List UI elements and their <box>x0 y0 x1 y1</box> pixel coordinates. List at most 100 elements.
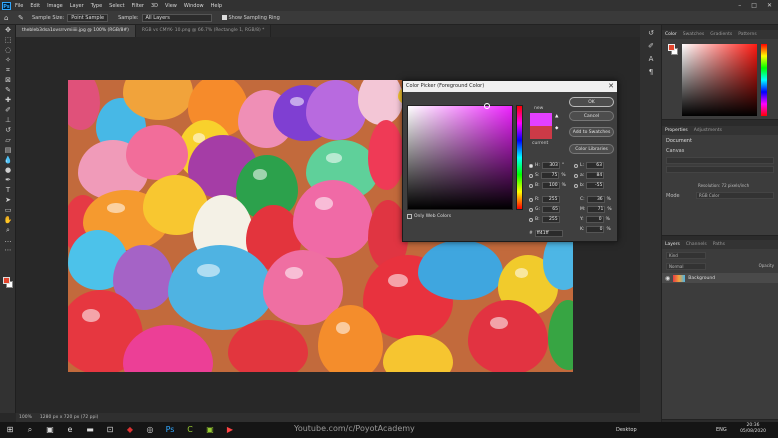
marquee-tool-icon[interactable]: ⬚ <box>2 36 14 45</box>
minimize-icon[interactable]: – <box>738 2 741 9</box>
red-radio[interactable] <box>529 197 533 202</box>
brush-tool-icon[interactable]: ✐ <box>2 106 14 115</box>
tab-layers[interactable]: Layers <box>665 242 680 247</box>
hue-radio[interactable] <box>529 163 533 168</box>
youtube-icon[interactable]: ▶ <box>225 425 235 435</box>
lab-a-radio[interactable] <box>574 173 578 178</box>
sample-select[interactable]: All Layers <box>141 13 212 22</box>
green-field[interactable]: G: 65 <box>529 206 561 213</box>
cyan-input[interactable]: 36 <box>586 196 605 203</box>
tab-patterns[interactable]: Patterns <box>738 32 757 37</box>
maximize-icon[interactable]: □ <box>751 2 757 9</box>
canvas-width-field[interactable] <box>666 157 774 164</box>
menu-image[interactable]: Image <box>47 3 63 9</box>
tab-properties[interactable]: Properties <box>665 128 688 133</box>
eyedropper-tool-icon[interactable]: ✎ <box>2 86 14 95</box>
lab-a-input[interactable]: 84 <box>586 172 605 179</box>
paragraph-panel-icon[interactable]: ¶ <box>645 67 657 77</box>
saturation-field[interactable]: S: 75 % <box>529 172 566 179</box>
brightness-radio[interactable] <box>529 183 533 188</box>
camtasia-icon[interactable]: C <box>185 425 195 435</box>
saturation-input[interactable]: 75 <box>541 172 560 179</box>
chrome-icon[interactable]: ◎ <box>145 425 155 435</box>
lab-l-input[interactable]: 63 <box>586 162 605 169</box>
panel-foreground-swatch[interactable] <box>668 44 675 51</box>
more-tools-icon[interactable]: … <box>2 236 14 245</box>
saturation-radio[interactable] <box>529 173 533 178</box>
menu-3d[interactable]: 3D <box>151 3 158 9</box>
gradient-tool-icon[interactable]: ▤ <box>2 146 14 155</box>
crop-tool-icon[interactable]: ⌗ <box>2 66 14 75</box>
quick-select-tool-icon[interactable]: ✧ <box>2 56 14 65</box>
zoom-level[interactable]: 100% <box>19 413 32 422</box>
brush-panel-icon[interactable]: ✐ <box>645 41 657 51</box>
red-field[interactable]: R: 255 <box>529 196 560 203</box>
tab-gradients[interactable]: Gradients <box>710 32 732 37</box>
ok-button[interactable]: OK <box>569 97 614 107</box>
hex-field[interactable]: # ff41ff <box>529 230 563 237</box>
type-tool-icon[interactable]: T <box>2 186 14 195</box>
menu-select[interactable]: Select <box>109 3 124 9</box>
lab-b-field[interactable]: b: -55 <box>574 182 605 189</box>
move-tool-icon[interactable]: ✥ <box>2 26 14 35</box>
cyan-field[interactable]: C: 36 % <box>580 196 611 203</box>
pen-tool-icon[interactable]: ✒ <box>2 176 14 185</box>
layer-kind-filter[interactable]: Kind <box>666 252 706 259</box>
canvas-height-field[interactable] <box>666 166 774 173</box>
menu-help[interactable]: Help <box>211 3 222 9</box>
yellow-field[interactable]: Y: 0 % <box>580 216 610 223</box>
close-icon[interactable]: ✕ <box>767 2 772 9</box>
dodge-tool-icon[interactable]: ● <box>2 166 14 175</box>
windows-start-icon[interactable]: ⊞ <box>5 425 15 435</box>
tab-paths[interactable]: Paths <box>713 242 725 247</box>
task-view-icon[interactable]: ▣ <box>45 425 55 435</box>
tab-adjustments[interactable]: Adjustments <box>694 128 722 133</box>
stamp-tool-icon[interactable]: ⊥ <box>2 116 14 125</box>
web-safe-cube-icon[interactable]: ◆ <box>555 126 558 131</box>
photoshop-taskbar-icon[interactable]: Ps <box>165 425 175 435</box>
desktop-toolbar-label[interactable]: Desktop <box>616 427 637 433</box>
search-icon[interactable]: ⌕ <box>25 425 35 435</box>
taskbar-clock[interactable]: 20:36 05/08/2020 <box>740 423 766 435</box>
only-web-colors-checkbox[interactable] <box>407 214 412 219</box>
gamut-warning-icon[interactable]: ▲ <box>555 114 558 119</box>
app-red-icon[interactable]: ◆ <box>125 425 135 435</box>
saturation-brightness-field[interactable] <box>407 103 513 210</box>
magenta-field[interactable]: M: 71 % <box>580 206 612 213</box>
character-panel-icon[interactable]: A <box>645 54 657 64</box>
brightness-field[interactable]: B: 100 % <box>529 182 566 189</box>
menu-layer[interactable]: Layer <box>70 3 84 9</box>
shape-tool-icon[interactable]: ▭ <box>2 206 14 215</box>
color-libraries-button[interactable]: Color Libraries <box>569 144 614 154</box>
blue-field[interactable]: B: 255 <box>529 216 560 223</box>
lab-b-radio[interactable] <box>574 183 578 188</box>
sample-size-select[interactable]: Point Sample <box>67 13 109 22</box>
language-indicator[interactable]: ENG <box>716 427 727 433</box>
show-ring-checkbox[interactable] <box>221 15 227 20</box>
history-panel-icon[interactable]: ↺ <box>645 28 657 38</box>
menu-type[interactable]: Type <box>91 3 102 9</box>
tab-swatches[interactable]: Swatches <box>683 32 705 37</box>
menu-filter[interactable]: Filter <box>132 3 144 9</box>
eyedropper-icon[interactable]: ✎ <box>18 14 26 22</box>
hand-tool-icon[interactable]: ✋ <box>2 216 14 225</box>
green-input[interactable]: 65 <box>542 206 561 213</box>
menu-file[interactable]: File <box>15 3 23 9</box>
yellow-input[interactable]: 0 <box>585 216 604 223</box>
cancel-button[interactable]: Cancel <box>569 111 614 121</box>
brightness-input[interactable]: 100 <box>541 182 560 189</box>
file-explorer-icon[interactable]: ▬ <box>85 425 95 435</box>
tab-rgb-cmyk-document[interactable]: RGB vs CMYK- 10.png @ 66.7% (Rectangle 1… <box>135 25 272 37</box>
magenta-input[interactable]: 71 <box>587 206 606 213</box>
lab-b-input[interactable]: -55 <box>586 182 605 189</box>
layer-row-background[interactable]: ◉ Background <box>662 273 778 283</box>
color-panel-field[interactable] <box>682 44 757 116</box>
mode-select[interactable]: RGB Color <box>696 192 774 199</box>
home-icon[interactable]: ⌂ <box>4 14 12 22</box>
black-input[interactable]: 0 <box>586 226 605 233</box>
visibility-eye-icon[interactable]: ◉ <box>665 275 670 282</box>
lab-a-field[interactable]: a: 84 <box>574 172 605 179</box>
red-input[interactable]: 255 <box>541 196 560 203</box>
store-icon[interactable]: ⊡ <box>105 425 115 435</box>
blur-tool-icon[interactable]: 💧 <box>2 156 14 165</box>
